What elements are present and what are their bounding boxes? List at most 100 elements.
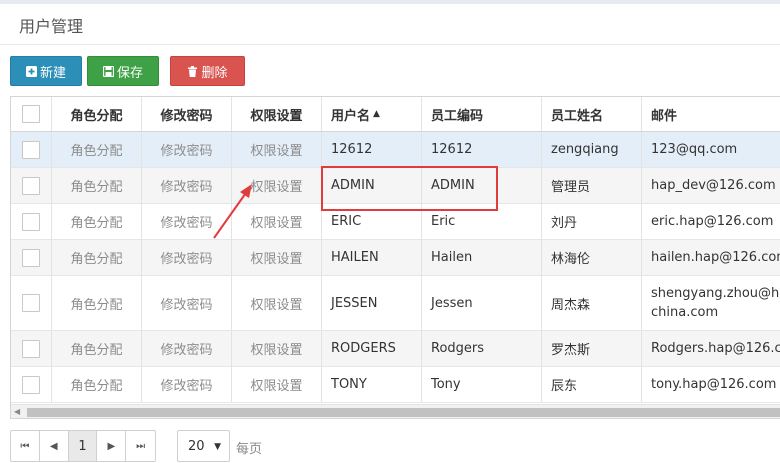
grid-header: 角色分配 修改密码 权限设置 用户名 ▲ 员工编码 员工姓名 邮件 (11, 97, 780, 132)
row-checkbox-cell (11, 276, 52, 330)
emp-name-cell: 罗杰斯 (542, 331, 642, 366)
save-button[interactable]: 保存 (87, 56, 159, 86)
change-password-link[interactable]: 修改密码 (142, 331, 232, 366)
email-line-1: shengyang.zhou@hand- (651, 286, 780, 301)
username-cell: RODGERS (322, 331, 422, 366)
change-password-link[interactable]: 修改密码 (142, 367, 232, 402)
row-checkbox-cell (11, 132, 52, 167)
page-header: 用户管理 (0, 4, 780, 45)
col-header-role: 角色分配 (52, 97, 142, 131)
table-row[interactable]: 角色分配 修改密码 权限设置 TONY Tony 辰东 tony.hap@126… (11, 367, 780, 403)
col-header-username-label: 用户名 (331, 108, 371, 124)
permission-link[interactable]: 权限设置 (232, 331, 322, 366)
assign-role-link[interactable]: 角色分配 (52, 168, 142, 203)
row-checkbox[interactable] (22, 375, 40, 394)
new-button-label: 新建 (39, 65, 66, 81)
table-row[interactable]: 角色分配 修改密码 权限设置 RODGERS Rodgers 罗杰斯 Rodge… (11, 331, 780, 367)
emp-name-cell: 周杰森 (542, 276, 642, 330)
page-title: 用户管理 (19, 17, 84, 36)
page-size-value: 20 (188, 438, 205, 454)
delete-button[interactable]: 删除 (170, 56, 245, 86)
emp-code-cell: Jessen (422, 276, 542, 330)
scrollbar-thumb[interactable] (27, 408, 780, 417)
plus-square-icon (25, 65, 37, 77)
table-row[interactable]: 角色分配 修改密码 权限设置 JESSEN Jessen 周杰森 shengya… (11, 276, 780, 331)
permission-link[interactable]: 权限设置 (232, 132, 322, 167)
col-header-emp-code[interactable]: 员工编码 (422, 97, 542, 131)
username-cell: 12612 (322, 132, 422, 167)
assign-role-link[interactable]: 角色分配 (52, 276, 142, 330)
assign-role-link[interactable]: 角色分配 (52, 331, 142, 366)
save-button-label: 保存 (116, 65, 143, 81)
change-password-link[interactable]: 修改密码 (142, 132, 232, 167)
col-header-password: 修改密码 (142, 97, 232, 131)
trash-icon (187, 65, 198, 77)
row-checkbox[interactable] (22, 212, 40, 231)
change-password-link[interactable]: 修改密码 (142, 276, 232, 330)
email-cell: hailen.hap@126.com (642, 240, 780, 275)
email-cell: Rodgers.hap@126.com (642, 331, 780, 366)
col-header-permission: 权限设置 (232, 97, 322, 131)
table-row[interactable]: 角色分配 修改密码 权限设置 12612 12612 zengqiang 123… (11, 132, 780, 168)
assign-role-link[interactable]: 角色分配 (52, 132, 142, 167)
email-line-2: china.com (651, 305, 719, 320)
delete-button-label: 删除 (201, 65, 228, 81)
per-page-label: 每页 (236, 442, 263, 457)
emp-name-cell: 管理员 (542, 168, 642, 203)
caret-down-icon: ▼ (214, 442, 221, 452)
email-cell: eric.hap@126.com (642, 204, 780, 239)
col-header-email[interactable]: 邮件 (642, 97, 780, 131)
next-page-icon: ▶ (107, 440, 116, 452)
table-row[interactable]: 角色分配 修改密码 权限设置 HAILEN Hailen 林海伦 hailen.… (11, 240, 780, 276)
row-checkbox[interactable] (22, 339, 40, 358)
select-all-checkbox[interactable] (22, 105, 40, 123)
page-size-select[interactable]: 20 ▼ (177, 430, 230, 462)
row-checkbox[interactable] (22, 176, 40, 195)
row-checkbox-cell (11, 331, 52, 366)
col-header-username[interactable]: 用户名 ▲ (322, 97, 422, 131)
emp-code-cell: Rodgers (422, 331, 542, 366)
emp-name-cell: 辰东 (542, 367, 642, 402)
first-page-button[interactable]: ⏮ (11, 431, 40, 461)
current-page[interactable]: 1 (68, 431, 98, 461)
row-checkbox[interactable] (22, 140, 40, 159)
emp-name-cell: 林海伦 (542, 240, 642, 275)
username-cell: HAILEN (322, 240, 422, 275)
scroll-left-icon[interactable]: ◀ (14, 407, 20, 416)
sort-asc-icon: ▲ (373, 109, 380, 119)
emp-code-cell: Hailen (422, 240, 542, 275)
annotation-highlight-box (321, 166, 498, 211)
last-page-button[interactable]: ⏭ (126, 431, 155, 461)
prev-page-icon: ◀ (49, 440, 58, 452)
email-cell: hap_dev@126.com (642, 168, 780, 203)
emp-code-cell: Tony (422, 367, 542, 402)
permission-link[interactable]: 权限设置 (232, 276, 322, 330)
row-checkbox-cell (11, 367, 52, 402)
assign-role-link[interactable]: 角色分配 (52, 240, 142, 275)
permission-link[interactable]: 权限设置 (232, 367, 322, 402)
prev-page-button[interactable]: ◀ (40, 431, 69, 461)
email-cell: shengyang.zhou@hand- china.com (642, 276, 780, 330)
row-checkbox[interactable] (22, 248, 40, 267)
next-page-button[interactable]: ▶ (97, 431, 127, 461)
col-header-emp-name[interactable]: 员工姓名 (542, 97, 642, 131)
email-cell: 123@qq.com (642, 132, 780, 167)
email-cell: tony.hap@126.com (642, 367, 780, 402)
emp-name-cell: zengqiang (542, 132, 642, 167)
new-button[interactable]: 新建 (10, 56, 82, 86)
pagination: ⏮ ◀ 1 ▶ ⏭ (10, 430, 156, 462)
last-page-icon: ⏭ (136, 440, 146, 452)
user-grid: 角色分配 修改密码 权限设置 用户名 ▲ 员工编码 员工姓名 邮件 角色分配 修… (10, 96, 780, 419)
assign-role-link[interactable]: 角色分配 (52, 367, 142, 402)
header-checkbox-cell (11, 97, 52, 131)
horizontal-scrollbar[interactable]: ◀ (11, 404, 780, 418)
row-checkbox-cell (11, 204, 52, 239)
first-page-icon: ⏮ (20, 440, 30, 452)
assign-role-link[interactable]: 角色分配 (52, 204, 142, 239)
row-checkbox[interactable] (22, 294, 40, 312)
emp-name-cell: 刘丹 (542, 204, 642, 239)
username-cell: TONY (322, 367, 422, 402)
row-checkbox-cell (11, 168, 52, 203)
annotation-arrow-icon (213, 184, 252, 239)
floppy-disk-icon (102, 65, 115, 77)
